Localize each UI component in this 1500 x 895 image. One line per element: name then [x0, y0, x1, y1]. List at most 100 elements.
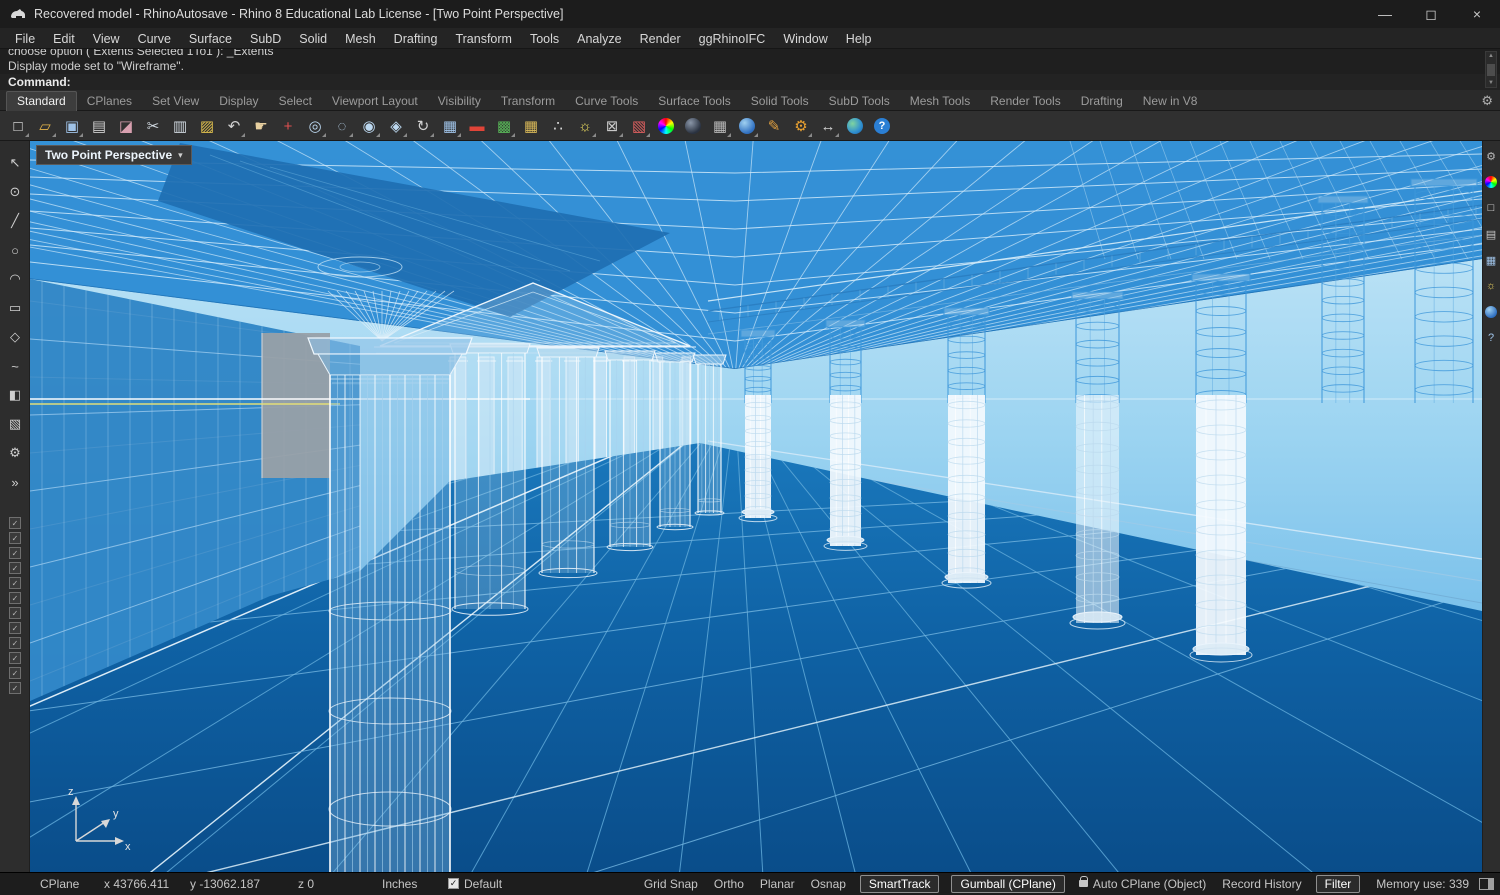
units-pane[interactable]: Inches: [382, 877, 448, 891]
rail-toggle-4[interactable]: ✓: [9, 562, 21, 574]
print-icon[interactable]: ▤: [87, 114, 111, 138]
help-icon[interactable]: ?: [870, 114, 894, 138]
gear-icon[interactable]: ⚙: [5, 443, 25, 463]
rail-toggle-3[interactable]: ✓: [9, 547, 21, 559]
status-cplane-pane[interactable]: CPlane: [40, 877, 104, 891]
new-document-icon[interactable]: □: [6, 114, 30, 138]
rail-toggle-11[interactable]: ✓: [9, 667, 21, 679]
zoom-dynamic-icon[interactable]: ◎: [303, 114, 327, 138]
open-file-icon[interactable]: ▱: [33, 114, 57, 138]
materials-colorwheel-icon[interactable]: [1484, 175, 1498, 189]
select-arrow-icon[interactable]: ↖: [5, 153, 25, 173]
menu-item-tools[interactable]: Tools: [521, 32, 568, 46]
save-icon[interactable]: ▣: [60, 114, 84, 138]
wireframe-mesh-icon[interactable]: ▦: [708, 114, 732, 138]
point-cloud-icon[interactable]: ∴: [546, 114, 570, 138]
render-dark-sphere-icon[interactable]: [681, 114, 705, 138]
tab-transform[interactable]: Transform: [491, 92, 565, 111]
minimize-button[interactable]: —: [1362, 0, 1408, 28]
tab-curve-tools[interactable]: Curve Tools: [565, 92, 648, 111]
pan-hand-icon[interactable]: ☛: [249, 114, 273, 138]
status-panel-icon[interactable]: [1479, 878, 1494, 890]
color-wheel-icon[interactable]: [654, 114, 678, 138]
earth-icon[interactable]: [843, 114, 867, 138]
rail-toggle-2[interactable]: ✓: [9, 532, 21, 544]
more-chevrons-icon[interactable]: »: [5, 472, 25, 492]
tab-surface-tools[interactable]: Surface Tools: [648, 92, 741, 111]
rectangle-icon[interactable]: ▭: [5, 298, 25, 318]
status-toggle-filter[interactable]: Filter: [1316, 875, 1361, 893]
display-panel-icon[interactable]: ▦: [1484, 253, 1498, 267]
layer-pane[interactable]: ✓Default: [448, 877, 502, 891]
layer-checkbox-icon[interactable]: ✓: [448, 878, 459, 889]
rail-toggle-5[interactable]: ✓: [9, 577, 21, 589]
menu-item-curve[interactable]: Curve: [129, 32, 180, 46]
close-button[interactable]: ×: [1454, 0, 1500, 28]
rail-toggle-12[interactable]: ✓: [9, 682, 21, 694]
tab-new-in-v8[interactable]: New in V8: [1133, 92, 1208, 111]
rail-toggle-10[interactable]: ✓: [9, 652, 21, 664]
tab-options-gear-icon[interactable]: ⚙: [1481, 93, 1493, 109]
maximize-button[interactable]: ◻: [1408, 0, 1454, 28]
properties-panel-icon[interactable]: □: [1484, 201, 1498, 215]
rail-toggle-1[interactable]: ✓: [9, 517, 21, 529]
tab-set-view[interactable]: Set View: [142, 92, 209, 111]
zoom-extents-icon[interactable]: ◈: [384, 114, 408, 138]
tab-solid-tools[interactable]: Solid Tools: [741, 92, 819, 111]
status-toggle-record-history[interactable]: Record History: [1222, 877, 1301, 891]
panel-gear-icon[interactable]: ⚙: [1484, 149, 1498, 163]
menu-item-render[interactable]: Render: [631, 32, 690, 46]
display-mode-icon[interactable]: ▩: [492, 114, 516, 138]
lock-objects-icon[interactable]: ⊠: [600, 114, 624, 138]
circle-icon[interactable]: ○: [5, 240, 25, 260]
layers-panel-icon[interactable]: ▤: [1484, 227, 1498, 241]
tab-render-tools[interactable]: Render Tools: [980, 92, 1071, 111]
tab-mesh-tools[interactable]: Mesh Tools: [900, 92, 980, 111]
status-toggle-ortho[interactable]: Ortho: [714, 877, 744, 891]
menu-item-ggrhinoifc[interactable]: ggRhinoIFC: [690, 32, 775, 46]
menu-item-view[interactable]: View: [84, 32, 129, 46]
named-view-car-icon[interactable]: ▬: [465, 114, 489, 138]
undo-icon[interactable]: ↶: [222, 114, 246, 138]
viewport-layout-icon[interactable]: ▦: [438, 114, 462, 138]
status-toggle-osnap[interactable]: Osnap: [811, 877, 846, 891]
dimension-icon[interactable]: ↔: [816, 114, 840, 138]
menu-item-analyze[interactable]: Analyze: [568, 32, 630, 46]
menu-item-solid[interactable]: Solid: [290, 32, 336, 46]
tab-subd-tools[interactable]: SubD Tools: [819, 92, 900, 111]
tab-cplanes[interactable]: CPlanes: [77, 92, 142, 111]
tab-viewport-layout[interactable]: Viewport Layout: [322, 92, 428, 111]
rail-toggle-6[interactable]: ✓: [9, 592, 21, 604]
menu-item-edit[interactable]: Edit: [44, 32, 84, 46]
rail-toggle-9[interactable]: ✓: [9, 637, 21, 649]
command-prompt[interactable]: Command:: [0, 75, 71, 89]
polygon-icon[interactable]: ◇: [5, 327, 25, 347]
rail-toggle-7[interactable]: ✓: [9, 607, 21, 619]
settings-gear-icon[interactable]: ⚙: [789, 114, 813, 138]
point-icon[interactable]: ⊙: [5, 182, 25, 202]
menu-item-drafting[interactable]: Drafting: [385, 32, 447, 46]
snap-grid-icon[interactable]: ▦: [519, 114, 543, 138]
status-toggle-grid-snap[interactable]: Grid Snap: [644, 877, 698, 891]
cut-icon[interactable]: ✂: [141, 114, 165, 138]
status-toggle-gumball-cplane[interactable]: Gumball (CPlane): [951, 875, 1064, 893]
eraser-icon[interactable]: ◪: [114, 114, 138, 138]
tab-visibility[interactable]: Visibility: [428, 92, 491, 111]
scrollbar-thumb[interactable]: [1487, 64, 1495, 76]
command-prompt-row[interactable]: Command:: [0, 74, 1500, 90]
zoom-window-icon[interactable]: ◌: [330, 114, 354, 138]
tab-drafting[interactable]: Drafting: [1071, 92, 1133, 111]
render-blue-sphere-icon[interactable]: [735, 114, 759, 138]
surface-icon[interactable]: ◧: [5, 385, 25, 405]
menu-item-help[interactable]: Help: [837, 32, 881, 46]
solid-icon[interactable]: ▧: [5, 414, 25, 434]
viewport-title-dropdown[interactable]: Two Point Perspective ▾: [36, 145, 192, 165]
paint-icon[interactable]: ✎: [762, 114, 786, 138]
tab-standard[interactable]: Standard: [6, 91, 77, 111]
sun-panel-icon[interactable]: ☼: [1484, 279, 1498, 293]
menu-item-subd[interactable]: SubD: [241, 32, 290, 46]
status-toggle-smarttrack[interactable]: SmartTrack: [860, 875, 940, 893]
curve-icon[interactable]: ~: [5, 356, 25, 376]
zoom-selected-icon[interactable]: ◉: [357, 114, 381, 138]
tab-display[interactable]: Display: [209, 92, 268, 111]
